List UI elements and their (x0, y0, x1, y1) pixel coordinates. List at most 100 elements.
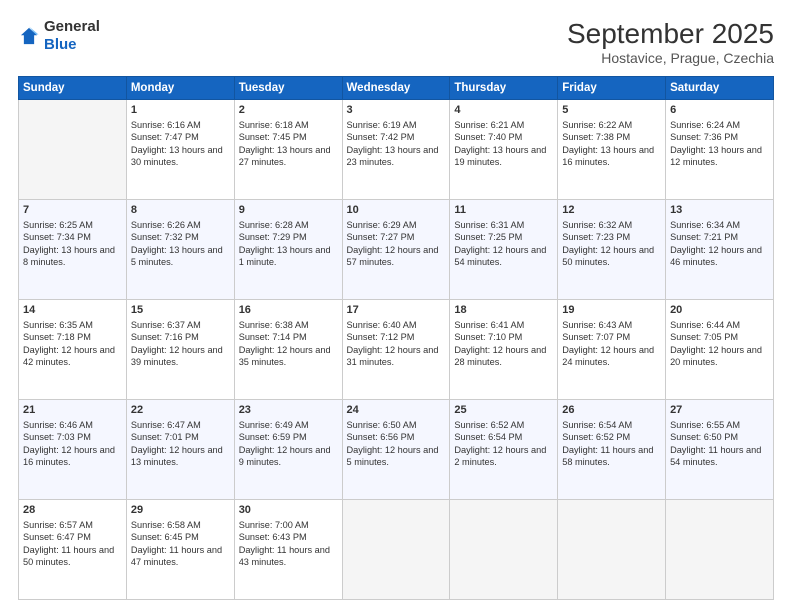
day-header-thursday: Thursday (450, 77, 558, 100)
sunrise-text: Sunrise: 6:47 AM (131, 419, 230, 431)
daylight-text: Daylight: 12 hours and 5 minutes. (347, 444, 446, 469)
calendar-cell: 29Sunrise: 6:58 AMSunset: 6:45 PMDayligh… (126, 500, 234, 600)
sunset-text: Sunset: 7:27 PM (347, 231, 446, 243)
calendar-cell: 4Sunrise: 6:21 AMSunset: 7:40 PMDaylight… (450, 100, 558, 200)
daylight-text: Daylight: 11 hours and 47 minutes. (131, 544, 230, 569)
day-header-tuesday: Tuesday (234, 77, 342, 100)
daylight-text: Daylight: 12 hours and 2 minutes. (454, 444, 553, 469)
calendar-cell: 27Sunrise: 6:55 AMSunset: 6:50 PMDayligh… (666, 400, 774, 500)
sunrise-text: Sunrise: 6:19 AM (347, 119, 446, 131)
day-number: 19 (562, 303, 661, 318)
sunrise-text: Sunrise: 6:57 AM (23, 519, 122, 531)
calendar-cell (342, 500, 450, 600)
calendar-header-row: SundayMondayTuesdayWednesdayThursdayFrid… (19, 77, 774, 100)
day-number: 20 (670, 303, 769, 318)
sunrise-text: Sunrise: 6:18 AM (239, 119, 338, 131)
day-number: 24 (347, 403, 446, 418)
calendar-cell: 18Sunrise: 6:41 AMSunset: 7:10 PMDayligh… (450, 300, 558, 400)
sunset-text: Sunset: 7:01 PM (131, 431, 230, 443)
calendar-cell: 26Sunrise: 6:54 AMSunset: 6:52 PMDayligh… (558, 400, 666, 500)
calendar-week-5: 28Sunrise: 6:57 AMSunset: 6:47 PMDayligh… (19, 500, 774, 600)
day-number: 18 (454, 303, 553, 318)
month-title: September 2025 (567, 18, 774, 50)
daylight-text: Daylight: 13 hours and 16 minutes. (562, 144, 661, 169)
header: General Blue September 2025 Hostavice, P… (18, 18, 774, 66)
sunset-text: Sunset: 7:40 PM (454, 131, 553, 143)
sunrise-text: Sunrise: 6:49 AM (239, 419, 338, 431)
calendar-cell: 1Sunrise: 6:16 AMSunset: 7:47 PMDaylight… (126, 100, 234, 200)
sunrise-text: Sunrise: 6:35 AM (23, 319, 122, 331)
daylight-text: Daylight: 12 hours and 39 minutes. (131, 344, 230, 369)
daylight-text: Daylight: 12 hours and 28 minutes. (454, 344, 553, 369)
sunrise-text: Sunrise: 6:29 AM (347, 219, 446, 231)
sunrise-text: Sunrise: 6:44 AM (670, 319, 769, 331)
sunrise-text: Sunrise: 6:24 AM (670, 119, 769, 131)
calendar-cell: 12Sunrise: 6:32 AMSunset: 7:23 PMDayligh… (558, 200, 666, 300)
sunset-text: Sunset: 6:43 PM (239, 531, 338, 543)
day-number: 8 (131, 203, 230, 218)
calendar-cell: 7Sunrise: 6:25 AMSunset: 7:34 PMDaylight… (19, 200, 127, 300)
day-number: 7 (23, 203, 122, 218)
calendar-cell: 30Sunrise: 7:00 AMSunset: 6:43 PMDayligh… (234, 500, 342, 600)
sunset-text: Sunset: 6:56 PM (347, 431, 446, 443)
day-header-monday: Monday (126, 77, 234, 100)
calendar-cell: 25Sunrise: 6:52 AMSunset: 6:54 PMDayligh… (450, 400, 558, 500)
calendar-cell: 8Sunrise: 6:26 AMSunset: 7:32 PMDaylight… (126, 200, 234, 300)
daylight-text: Daylight: 13 hours and 19 minutes. (454, 144, 553, 169)
calendar-cell: 13Sunrise: 6:34 AMSunset: 7:21 PMDayligh… (666, 200, 774, 300)
sunset-text: Sunset: 7:42 PM (347, 131, 446, 143)
sunset-text: Sunset: 7:38 PM (562, 131, 661, 143)
sunrise-text: Sunrise: 7:00 AM (239, 519, 338, 531)
calendar-cell: 23Sunrise: 6:49 AMSunset: 6:59 PMDayligh… (234, 400, 342, 500)
sunrise-text: Sunrise: 6:32 AM (562, 219, 661, 231)
sunrise-text: Sunrise: 6:50 AM (347, 419, 446, 431)
day-header-friday: Friday (558, 77, 666, 100)
day-number: 9 (239, 203, 338, 218)
sunrise-text: Sunrise: 6:58 AM (131, 519, 230, 531)
sunset-text: Sunset: 6:45 PM (131, 531, 230, 543)
sunset-text: Sunset: 7:16 PM (131, 331, 230, 343)
daylight-text: Daylight: 12 hours and 16 minutes. (23, 444, 122, 469)
daylight-text: Daylight: 11 hours and 54 minutes. (670, 444, 769, 469)
calendar-week-1: 1Sunrise: 6:16 AMSunset: 7:47 PMDaylight… (19, 100, 774, 200)
calendar-cell: 21Sunrise: 6:46 AMSunset: 7:03 PMDayligh… (19, 400, 127, 500)
daylight-text: Daylight: 12 hours and 46 minutes. (670, 244, 769, 269)
sunrise-text: Sunrise: 6:22 AM (562, 119, 661, 131)
daylight-text: Daylight: 13 hours and 23 minutes. (347, 144, 446, 169)
calendar-week-4: 21Sunrise: 6:46 AMSunset: 7:03 PMDayligh… (19, 400, 774, 500)
day-number: 26 (562, 403, 661, 418)
day-number: 3 (347, 103, 446, 118)
daylight-text: Daylight: 12 hours and 54 minutes. (454, 244, 553, 269)
day-number: 28 (23, 503, 122, 518)
sunset-text: Sunset: 7:47 PM (131, 131, 230, 143)
day-header-wednesday: Wednesday (342, 77, 450, 100)
sunset-text: Sunset: 7:29 PM (239, 231, 338, 243)
sunset-text: Sunset: 7:34 PM (23, 231, 122, 243)
sunset-text: Sunset: 7:07 PM (562, 331, 661, 343)
daylight-text: Daylight: 12 hours and 50 minutes. (562, 244, 661, 269)
sunrise-text: Sunrise: 6:43 AM (562, 319, 661, 331)
daylight-text: Daylight: 13 hours and 5 minutes. (131, 244, 230, 269)
daylight-text: Daylight: 11 hours and 50 minutes. (23, 544, 122, 569)
daylight-text: Daylight: 12 hours and 20 minutes. (670, 344, 769, 369)
sunset-text: Sunset: 7:25 PM (454, 231, 553, 243)
day-number: 13 (670, 203, 769, 218)
sunset-text: Sunset: 6:50 PM (670, 431, 769, 443)
calendar-cell: 17Sunrise: 6:40 AMSunset: 7:12 PMDayligh… (342, 300, 450, 400)
sunrise-text: Sunrise: 6:52 AM (454, 419, 553, 431)
calendar-week-2: 7Sunrise: 6:25 AMSunset: 7:34 PMDaylight… (19, 200, 774, 300)
calendar-cell: 14Sunrise: 6:35 AMSunset: 7:18 PMDayligh… (19, 300, 127, 400)
calendar-table: SundayMondayTuesdayWednesdayThursdayFrid… (18, 76, 774, 600)
calendar-cell: 22Sunrise: 6:47 AMSunset: 7:01 PMDayligh… (126, 400, 234, 500)
sunset-text: Sunset: 7:18 PM (23, 331, 122, 343)
daylight-text: Daylight: 13 hours and 30 minutes. (131, 144, 230, 169)
sunset-text: Sunset: 7:05 PM (670, 331, 769, 343)
day-number: 29 (131, 503, 230, 518)
calendar-page: General Blue September 2025 Hostavice, P… (0, 0, 792, 612)
sunrise-text: Sunrise: 6:26 AM (131, 219, 230, 231)
day-number: 25 (454, 403, 553, 418)
sunrise-text: Sunrise: 6:54 AM (562, 419, 661, 431)
daylight-text: Daylight: 12 hours and 42 minutes. (23, 344, 122, 369)
calendar-cell (666, 500, 774, 600)
sunrise-text: Sunrise: 6:31 AM (454, 219, 553, 231)
